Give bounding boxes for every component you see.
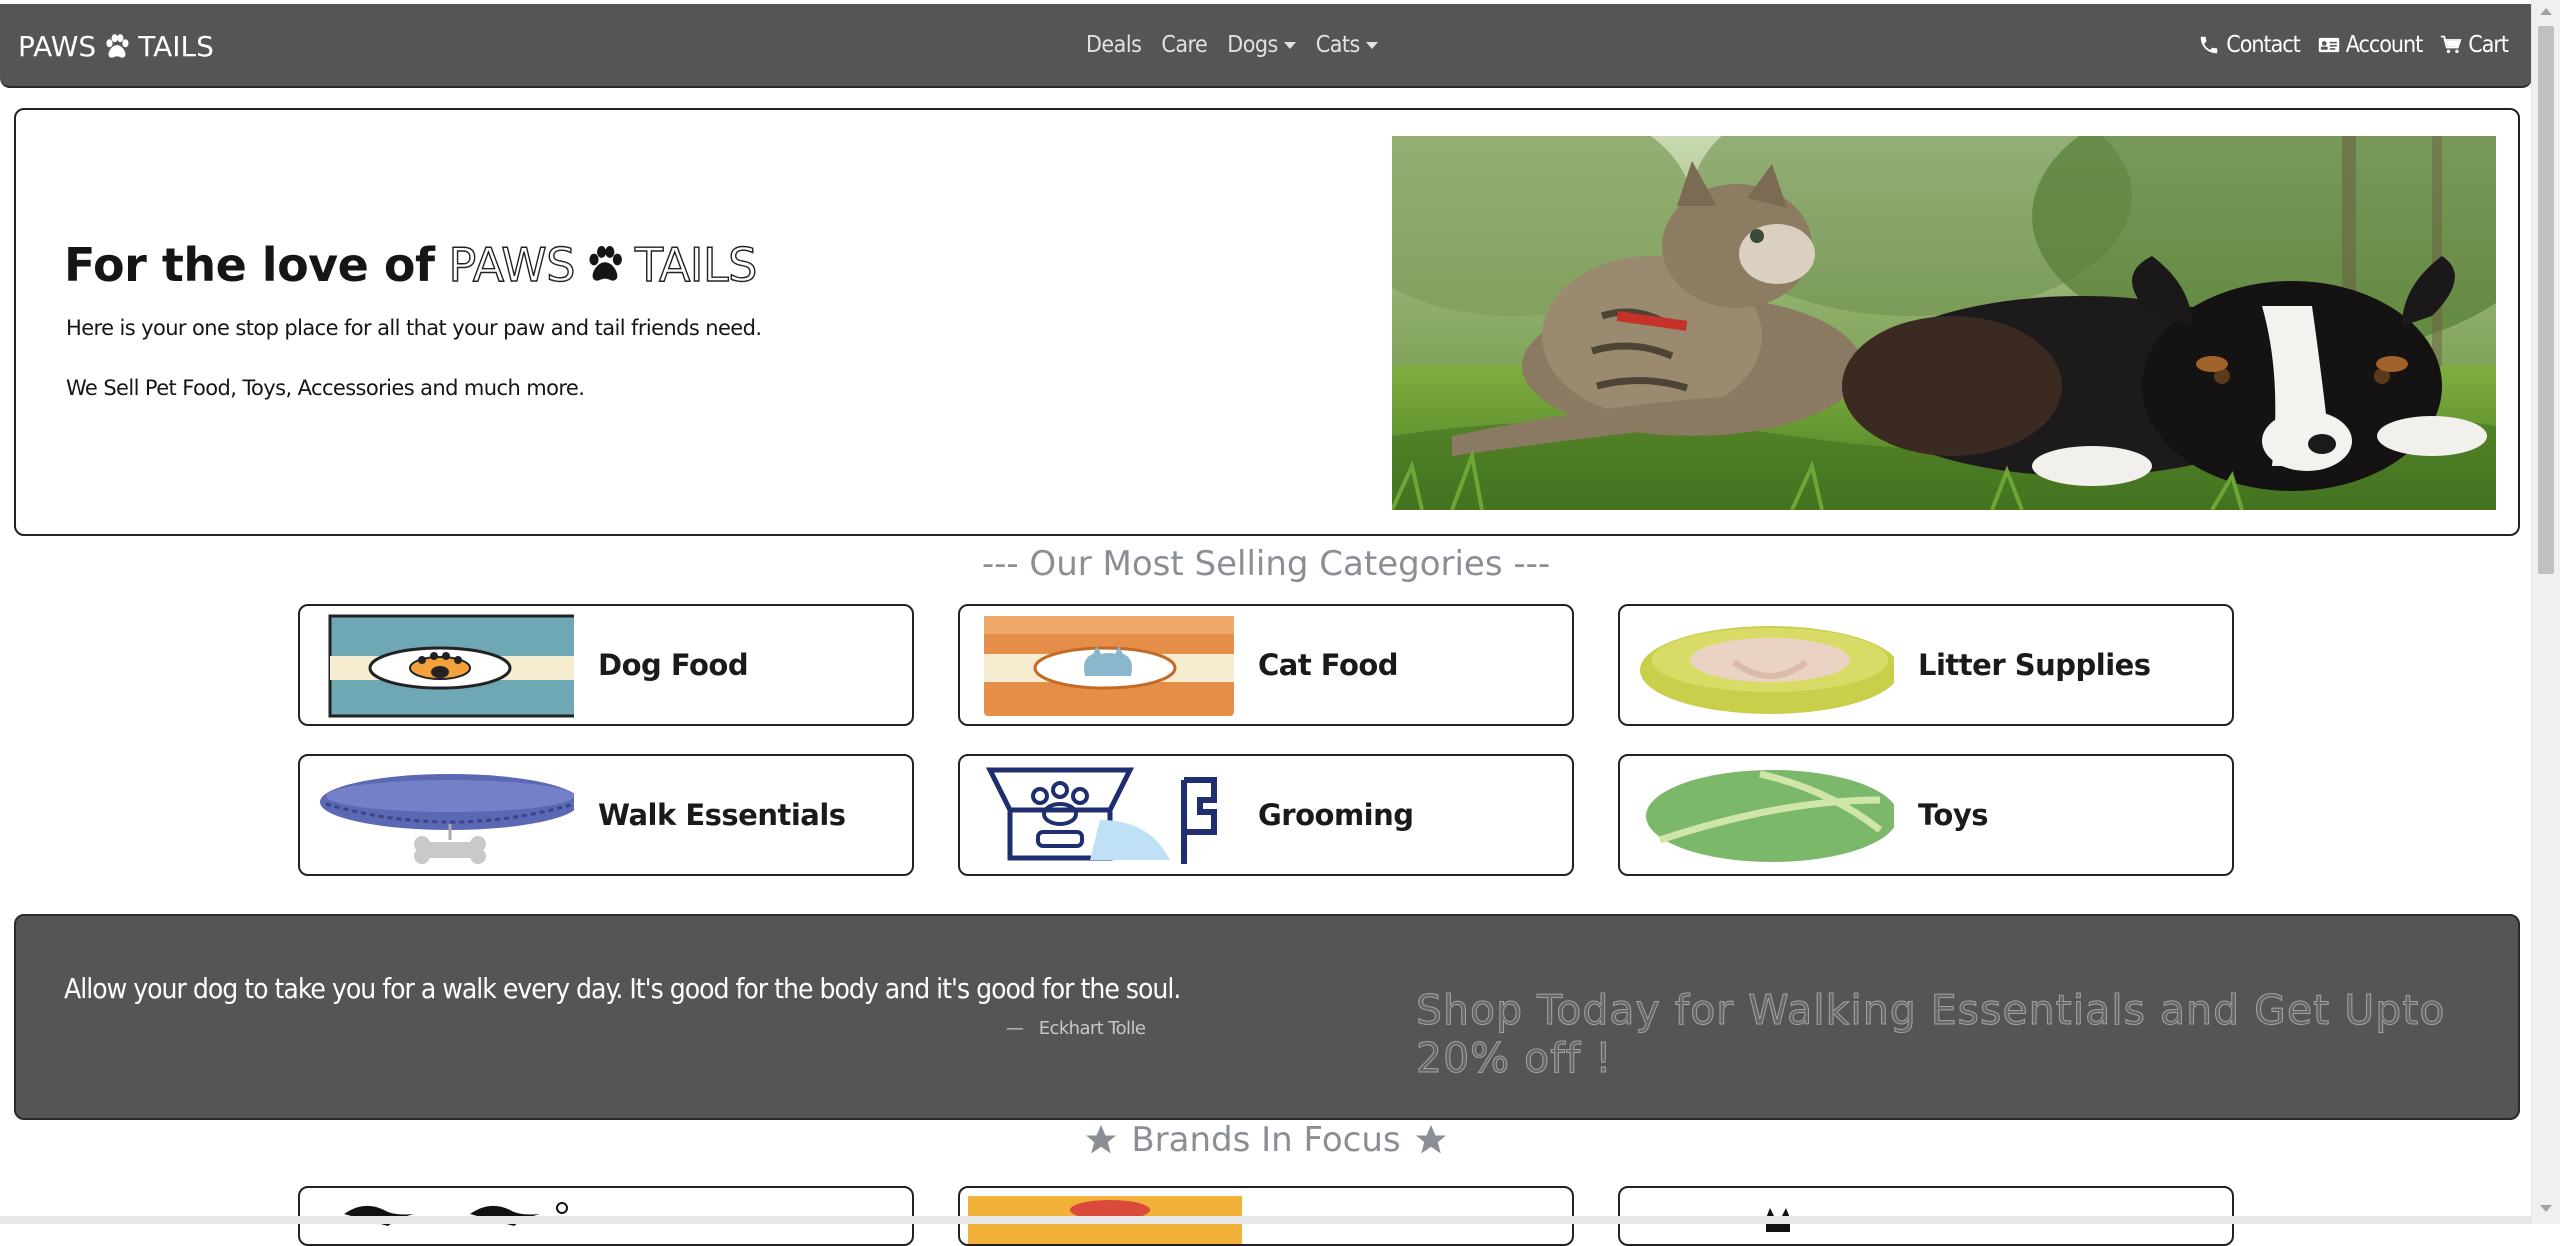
category-card-dog-food[interactable]: Dog Food xyxy=(298,604,914,726)
navbar: PAWS TAILS Deals Care Dogs Cats Contact xyxy=(0,4,2532,88)
brand-left-text: PAWS xyxy=(18,30,97,63)
hero-brand-right: TAILS xyxy=(634,237,758,292)
promo-text: Shop Today for Walking Essentials and Ge… xyxy=(1416,986,2446,1083)
nav-dogs-label: Dogs xyxy=(1227,32,1278,58)
star-icon xyxy=(1086,1125,1117,1154)
nav-account-label: Account xyxy=(2345,32,2423,58)
collar-icon xyxy=(320,774,574,864)
quote-author: — Eckhart Tolle xyxy=(1006,1018,1146,1039)
hero-title-prefix: For the love of xyxy=(64,238,435,292)
category-label: Cat Food xyxy=(1258,648,1399,682)
cat-food-bag-icon xyxy=(984,616,1234,716)
star-icon xyxy=(1415,1125,1446,1154)
hero-brand-left: PAWS xyxy=(448,237,576,292)
dog-food-can-icon xyxy=(328,614,574,718)
nav-account[interactable]: Account xyxy=(2318,32,2423,58)
pet-bed-icon xyxy=(1640,626,1894,714)
account-nav: Contact Account Cart xyxy=(2198,32,2509,58)
nav-cart-label: Cart xyxy=(2468,32,2509,58)
id-card-icon xyxy=(2318,37,2339,53)
quote-author-dash: — xyxy=(1006,1018,1024,1039)
hero-title: For the love of PAWS TAILS xyxy=(64,237,758,292)
nav-contact-label: Contact xyxy=(2226,32,2300,58)
brand-logo-link[interactable]: PAWS TAILS xyxy=(18,30,214,63)
page: PAWS TAILS Deals Care Dogs Cats Contact xyxy=(0,0,2532,1246)
nav-cats-label: Cats xyxy=(1315,32,1361,58)
category-card-cat-food[interactable]: Cat Food xyxy=(958,604,1574,726)
category-label: Litter Supplies xyxy=(1918,648,2151,682)
phone-icon xyxy=(2201,36,2218,54)
horizontal-scrollbar-track[interactable] xyxy=(0,1216,2532,1224)
hero-brand-wordmark: PAWS TAILS xyxy=(448,237,758,292)
hero-tagline-2: We Sell Pet Food, Toys, Accessories and … xyxy=(66,376,585,400)
category-card-toys[interactable]: Toys xyxy=(1618,754,2234,876)
quote-author-name: Eckhart Tolle xyxy=(1038,1018,1146,1039)
grooming-brush-icon xyxy=(985,767,1217,864)
main-nav: Deals Care Dogs Cats xyxy=(1086,32,1378,58)
nav-cats-dropdown[interactable]: Cats xyxy=(1316,32,1378,58)
category-label: Toys xyxy=(1918,798,1989,832)
nav-cart[interactable]: Cart xyxy=(2440,32,2509,58)
category-label: Grooming xyxy=(1258,798,1414,832)
caret-down-icon xyxy=(1365,41,1378,49)
paw-icon xyxy=(589,246,622,281)
scrollbar-thumb[interactable] xyxy=(2538,26,2554,574)
brand-right-text: TAILS xyxy=(138,30,214,63)
category-label: Dog Food xyxy=(598,648,749,682)
hero-photo-cat-dog xyxy=(1392,136,2496,510)
cart-icon xyxy=(2441,35,2462,54)
quote-promo-banner: Allow your dog to take you for a walk ev… xyxy=(14,914,2520,1120)
category-card-grooming[interactable]: Grooming xyxy=(958,754,1574,876)
ball-toy-icon xyxy=(1646,770,1894,862)
brands-heading-text: Brands In Focus xyxy=(1131,1120,1401,1160)
nav-deals-label: Deals xyxy=(1086,32,1142,58)
hero-tagline-1: Here is your one stop place for all that… xyxy=(66,316,762,340)
quote-text: Allow your dog to take you for a walk ev… xyxy=(64,972,1181,1005)
caret-down-icon xyxy=(1283,41,1296,49)
nav-deals[interactable]: Deals xyxy=(1086,32,1142,58)
cat-dog-photo-illustration xyxy=(1392,136,2496,510)
scroll-down-arrow-icon[interactable] xyxy=(2540,1205,2552,1212)
paw-icon xyxy=(106,33,129,58)
brands-heading: Brands In Focus xyxy=(0,1120,2532,1160)
nav-care[interactable]: Care xyxy=(1161,32,1207,58)
nav-contact[interactable]: Contact xyxy=(2198,32,2301,58)
category-label: Walk Essentials xyxy=(598,798,846,832)
categories-heading: --- Our Most Selling Categories --- xyxy=(981,544,1551,584)
category-card-walk-essentials[interactable]: Walk Essentials xyxy=(298,754,914,876)
hero-jumbotron: For the love of PAWS TAILS Here is your … xyxy=(14,108,2520,536)
nav-care-label: Care xyxy=(1161,32,1208,58)
scroll-up-arrow-icon[interactable] xyxy=(2540,8,2552,15)
nav-dogs-dropdown[interactable]: Dogs xyxy=(1227,32,1296,58)
category-card-litter-supplies[interactable]: Litter Supplies xyxy=(1618,604,2234,726)
vertical-scrollbar[interactable] xyxy=(2531,0,2560,1224)
